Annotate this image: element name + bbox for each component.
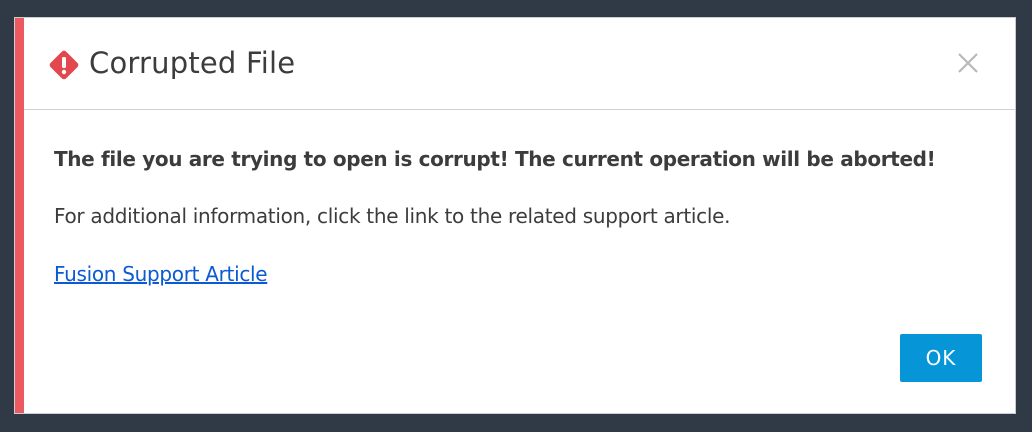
- error-diamond-icon: [48, 49, 80, 81]
- dialog-title: Corrupted File: [89, 46, 296, 80]
- support-article-link[interactable]: Fusion Support Article: [54, 262, 268, 286]
- ok-button[interactable]: OK: [900, 334, 982, 382]
- close-icon: [958, 53, 978, 73]
- error-message-bold: The file you are trying to open is corru…: [54, 147, 936, 171]
- corrupted-file-dialog: Corrupted File The file you are trying t…: [14, 17, 1016, 414]
- close-button[interactable]: [957, 52, 979, 74]
- dialog-header: Corrupted File: [24, 18, 1015, 110]
- info-message: For additional information, click the li…: [54, 204, 731, 228]
- error-accent-bar: [15, 18, 24, 413]
